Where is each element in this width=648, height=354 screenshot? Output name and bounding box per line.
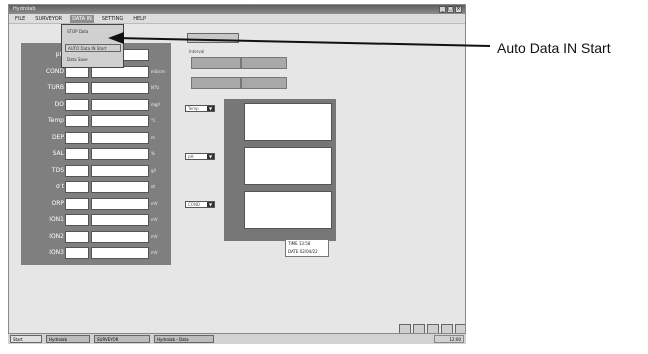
callout-line: [115, 37, 491, 47]
callout-label: Auto Data IN Start: [497, 40, 611, 56]
arrowhead-icon: [108, 32, 124, 44]
